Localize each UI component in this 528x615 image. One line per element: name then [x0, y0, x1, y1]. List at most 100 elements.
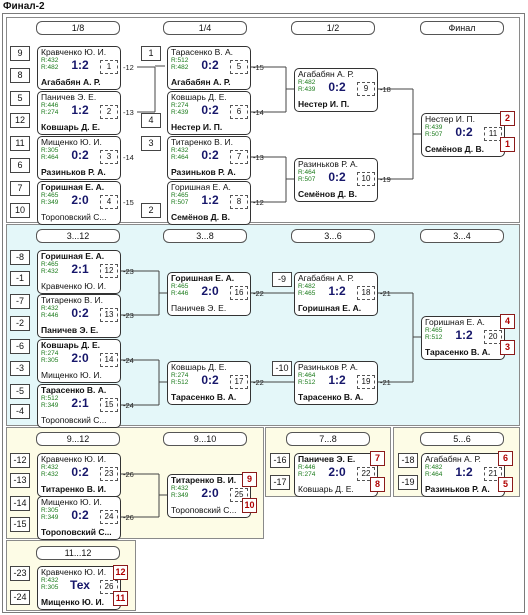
match-number: 17 — [230, 375, 248, 389]
player-2-rating: R:439 — [298, 86, 316, 93]
player-1-name: Титаренко В. И. — [171, 137, 234, 147]
match-box[interactable]: Горишная Е. А. R:465 R:512 1:2 20 Тарасенко В… — [421, 316, 505, 360]
player-2-name: Агабабян А. Р. — [171, 77, 231, 87]
player-1-name: Агабабян А. Р. — [298, 273, 354, 283]
match-box[interactable]: Титаренко В. И. R:432 R:464 0:2 7 Разиньков Р… — [167, 136, 251, 180]
match-number: 24 — [100, 510, 118, 524]
next-match-ref: -13 — [253, 153, 264, 162]
match-score: 0:2 — [201, 148, 219, 162]
place-badge: 5 — [498, 477, 513, 492]
player-2-rating: R:349 — [41, 199, 59, 206]
player-1-rating: R:446 — [41, 102, 59, 109]
player-2-rating: R:507 — [298, 176, 316, 183]
match-box[interactable]: Тарасенко В. А. R:512 R:482 0:2 5 Агабабян А.… — [167, 46, 251, 90]
match-box[interactable]: Кравченко Ю. И. R:432 R:432 0:2 23 Титаренко … — [37, 453, 121, 497]
match-box[interactable]: Горишная Е. А. R:465 R:507 1:2 8 Семёнов Д. В… — [167, 181, 251, 225]
player-1-rating: R:482 — [298, 283, 316, 290]
next-match-ref: -18 — [380, 85, 391, 94]
place-badge: 12 — [113, 565, 128, 580]
round-header: 7...8 — [286, 432, 370, 446]
match-box[interactable]: Титаренко В. И. R:432 R:446 0:2 13 Паничев Э.… — [37, 294, 121, 338]
match-score: Тех — [70, 578, 90, 592]
match-box[interactable]: Мищенко Ю. И. R:305 R:349 0:2 24 Тороповский … — [37, 496, 121, 540]
player-2-rating: R:482 — [41, 64, 59, 71]
match-box[interactable]: Разиньков Р. А. R:464 R:512 1:2 19 Тарасенко … — [294, 361, 378, 405]
match-box[interactable]: Тарасенко В. А. R:512 R:349 2:1 15 Тороповски… — [37, 384, 121, 428]
player-1-rating: R:465 — [425, 327, 443, 334]
player-2-rating: R:464 — [41, 154, 59, 161]
player-1-name: Горишная Е. А. — [41, 251, 105, 261]
player-1-rating: R:465 — [41, 261, 59, 268]
match-box[interactable]: Горишная Е. А. R:465 R:446 2:0 16 Паничев Э. … — [167, 272, 251, 316]
next-match-ref: -23 — [123, 267, 134, 276]
match-score: 0:2 — [71, 306, 89, 320]
match-score: 0:2 — [71, 148, 89, 162]
match-box[interactable]: Ковшарь Д. Е. R:274 R:512 0:2 17 Тарасенко В.… — [167, 361, 251, 405]
seed-number: -24 — [10, 590, 30, 605]
match-box[interactable]: Агабабян А. Р. R:482 R:465 1:2 18 Горишная Е.… — [294, 272, 378, 316]
match-score: 0:2 — [201, 103, 219, 117]
match-box[interactable]: Разиньков Р. А. R:464 R:507 0:2 10 Семёнов Д.… — [294, 158, 378, 202]
player-1-rating: R:432 — [171, 147, 189, 154]
match-box[interactable]: Паничев Э. Е. R:446 R:274 1:2 2 Ковшарь Д. Е. — [37, 91, 121, 135]
seed-number: -18 — [398, 453, 418, 468]
player-2-name: Нестер И. П. — [298, 99, 350, 109]
seed-number: 11 — [10, 136, 30, 151]
match-box[interactable]: Нестер И. П. R:439 R:507 0:2 11 Семёнов Д. В. — [421, 113, 505, 157]
next-match-ref: -23 — [123, 311, 134, 320]
round-header: 9...12 — [36, 432, 120, 446]
player-1-name: Горишная Е. А. — [41, 182, 105, 192]
seed-number: -5 — [10, 384, 30, 399]
player-2-rating: R:482 — [171, 64, 189, 71]
match-number: 1 — [100, 60, 118, 74]
match-box[interactable]: Паничев Э. Е. R:446 R:274 2:0 22 Ковшарь Д. Е… — [294, 453, 378, 497]
player-1-rating: R:439 — [425, 124, 443, 131]
seed-number: -13 — [10, 473, 30, 488]
match-number: 3 — [100, 150, 118, 164]
match-score: 0:2 — [201, 58, 219, 72]
match-box[interactable]: Кравченко Ю. И. R:432 R:305 Тех 26 Мищенко Ю.… — [37, 566, 121, 610]
next-match-ref: -15 — [123, 198, 134, 207]
match-number: 10 — [357, 172, 375, 186]
next-match-ref: -14 — [123, 153, 134, 162]
seed-number: 10 — [10, 203, 30, 218]
match-score: 0:2 — [201, 373, 219, 387]
player-2-rating: R:512 — [171, 379, 189, 386]
player-2-rating: R:465 — [298, 290, 316, 297]
seed-number: -19 — [398, 475, 418, 490]
round-header: 3...8 — [163, 229, 247, 243]
next-match-ref: -24 — [123, 401, 134, 410]
match-score: 1:2 — [71, 58, 89, 72]
player-2-name: Ковшарь Д. Е. — [41, 122, 101, 132]
match-score: 2:1 — [71, 262, 89, 276]
round-header: 1/4 — [163, 21, 247, 35]
place-badge: 4 — [500, 314, 515, 329]
player-2-name: Тарасенко В. А. — [171, 392, 237, 402]
match-box[interactable]: Горишная Е. А. R:465 R:349 2:0 4 Тороповский … — [37, 181, 121, 225]
player-1-name: Агабабян А. Р. — [298, 69, 354, 79]
round-header: 5...6 — [420, 432, 504, 446]
next-match-ref: -15 — [253, 63, 264, 72]
seed-number: 5 — [10, 91, 30, 106]
player-2-name: Титаренко В. И. — [41, 484, 107, 494]
match-box[interactable]: Ковшарь Д. Е. R:274 R:305 2:0 14 Мищенко Ю. И… — [37, 339, 121, 383]
player-1-rating: R:465 — [171, 192, 189, 199]
match-box[interactable]: Титаренко В. И. R:432 R:349 2:0 25 Тороповски… — [167, 474, 251, 518]
match-box[interactable]: Горишная Е. А. R:465 R:432 2:1 12 Кравченко Ю… — [37, 250, 121, 294]
match-box[interactable]: Кравченко Ю. И. R:432 R:482 1:2 1 Агабабян А.… — [37, 46, 121, 90]
player-1-rating: R:432 — [171, 485, 189, 492]
seed-number: -10 — [272, 361, 292, 376]
match-box[interactable]: Агабабян А. Р. R:482 R:464 1:2 21 Разиньков Р… — [421, 453, 505, 497]
player-1-name: Горишная Е. А. — [171, 273, 235, 283]
seed-number: -7 — [10, 294, 30, 309]
round-header: 3...6 — [291, 229, 375, 243]
player-2-name: Кравченко Ю. И. — [41, 281, 107, 291]
round-header: 9...10 — [163, 432, 247, 446]
match-box[interactable]: Ковшарь Д. Е. R:274 R:439 0:2 6 Нестер И. П. — [167, 91, 251, 135]
match-box[interactable]: Мищенко Ю. И. R:305 R:464 0:2 3 Разиньков Р. … — [37, 136, 121, 180]
match-score: 2:0 — [201, 284, 219, 298]
match-box[interactable]: Агабабян А. Р. R:482 R:439 0:2 9 Нестер И. П. — [294, 68, 378, 112]
place-badge: 7 — [370, 451, 385, 466]
seed-number: 2 — [141, 203, 161, 218]
player-1-rating: R:432 — [41, 464, 59, 471]
